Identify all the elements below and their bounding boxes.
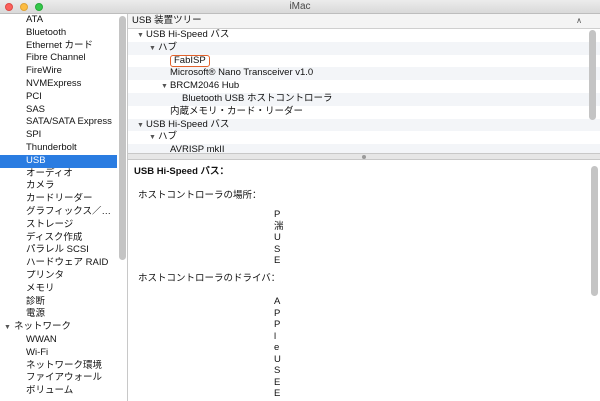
window-title: iMac — [289, 1, 311, 12]
tree-row-label: AVRISP mkII — [170, 144, 225, 153]
sidebar-item[interactable]: 診断 — [0, 296, 117, 309]
sidebar-item[interactable]: Thunderbolt — [0, 142, 117, 155]
detail-value-char: S — [274, 243, 281, 255]
sidebar-item[interactable]: グラフィックス／… — [0, 206, 117, 219]
disclosure-triangle-icon[interactable]: ▼ — [4, 322, 14, 335]
tree-header-label: USB 装置ツリー — [132, 15, 202, 26]
pane-splitter[interactable] — [128, 153, 600, 160]
tree-row[interactable]: ▼ USB Hi-Speed バス — [128, 29, 600, 42]
sidebar-item[interactable]: Wi-Fi — [0, 347, 117, 360]
sidebar-item[interactable]: WWAN — [0, 334, 117, 347]
detail-value-char: E — [274, 255, 281, 266]
detail-value-char: E — [274, 388, 281, 399]
sidebar-item[interactable]: カメラ — [0, 180, 117, 193]
detail-value-char: P — [274, 319, 281, 330]
detail-label-host-driver: ホストコントローラのドライバ： — [138, 273, 281, 284]
sidebar-item[interactable]: SAS — [0, 104, 117, 117]
tree-scrollbar[interactable] — [589, 30, 596, 120]
sidebar-item[interactable]: PCI — [0, 91, 117, 104]
tree-row-label: Microsoft® Nano Transceiver v1.0 — [170, 67, 314, 79]
sidebar-item[interactable]: SATA/SATA Express — [0, 116, 117, 129]
detail-value-char: U — [274, 232, 281, 243]
sort-chevron-icon[interactable]: ∧ — [576, 14, 582, 28]
detail-value-char: P — [274, 209, 281, 220]
sidebar-item[interactable]: パラレル SCSI — [0, 244, 117, 257]
title-bar: iMac — [0, 0, 600, 14]
sidebar-item[interactable]: Fibre Channel — [0, 52, 117, 65]
tree-row-label: 内蔵メモリ・カード・リーダー — [170, 105, 304, 117]
detail-value-char: e — [274, 342, 280, 353]
sidebar-item[interactable]: カードリーダー — [0, 193, 117, 206]
detail-value-char: 湍 — [274, 220, 284, 232]
sidebar-item[interactable]: 電源 — [0, 308, 117, 321]
tree-row-label: BRCM2046 Hub — [170, 80, 240, 92]
sidebar-item[interactable]: Ethernet カード — [0, 40, 117, 53]
detail-pane: USB Hi-Speed バス： ホストコントローラの場所： P湍USE ホスト… — [128, 160, 600, 401]
usb-device-tree: USB 装置ツリー ∧ ▼ USB Hi-Speed バス ▼ ハブ FabISP Mic… — [128, 14, 600, 153]
sidebar-item[interactable]: ストレージ — [0, 219, 117, 232]
sidebar-item[interactable]: プリンタ — [0, 270, 117, 283]
sidebar-item[interactable]: オーディオ — [0, 168, 117, 181]
tree-row[interactable]: 内蔵メモリ・カード・リーダー — [128, 106, 600, 119]
tree-header[interactable]: USB 装置ツリー ∧ — [128, 14, 600, 29]
sidebar-item[interactable]: FireWire — [0, 65, 117, 78]
sidebar-item[interactable]: ボリューム — [0, 385, 117, 398]
tree-row[interactable]: Bluetooth USB ホストコントローラ — [128, 92, 600, 106]
tree-row-label: USB Hi-Speed バス — [146, 29, 230, 40]
tree-row[interactable]: ▼ BRCM2046 Hub — [128, 80, 600, 93]
sidebar-item[interactable]: ハードウェア RAID — [0, 257, 117, 270]
detail-scrollbar[interactable] — [591, 166, 598, 296]
tree-row-label: Bluetooth USB ホストコントローラ — [182, 92, 333, 104]
sidebar: ATA Bluetooth Ethernet カード Fibre Channel Fir… — [0, 14, 128, 401]
detail-value-char: l — [274, 330, 277, 342]
sidebar-item[interactable]: ネットワーク環境 — [0, 360, 117, 373]
detail-value-char: P — [274, 307, 281, 319]
tree-rows: ▼ USB Hi-Speed バス ▼ ハブ FabISP Microsoft® Nano… — [128, 29, 600, 153]
sidebar-group-network[interactable]: ▼ ネットワーク — [0, 321, 117, 334]
tree-row[interactable]: Microsoft® Nano Transceiver v1.0 — [128, 67, 600, 81]
tree-row[interactable]: AVRISP mkII — [128, 144, 600, 153]
tree-row-label: ハブ — [158, 131, 178, 143]
detail-value-host-driver: APPleUSEEh — [274, 296, 282, 401]
sidebar-group-label: ネットワーク — [14, 321, 72, 333]
sidebar-item[interactable]: ファイアウォール — [0, 372, 117, 385]
tree-row-label-highlighted: FabISP — [170, 54, 210, 67]
sidebar-item[interactable]: ATA — [0, 14, 117, 27]
sidebar-list: ATA Bluetooth Ethernet カード Fibre Channel Fir… — [0, 14, 117, 398]
tree-row[interactable]: ▼ USB Hi-Speed バス — [128, 118, 600, 132]
sidebar-scroll-thumb[interactable] — [119, 16, 126, 260]
tree-row-label: ハブ — [158, 41, 178, 53]
sidebar-item[interactable]: NVMExpress — [0, 78, 117, 91]
sidebar-item[interactable]: SPI — [0, 129, 117, 142]
detail-heading: USB Hi-Speed バス： — [134, 166, 230, 177]
sidebar-item[interactable]: USB — [0, 154, 117, 168]
tree-row[interactable]: FabISP — [128, 54, 600, 68]
tree-row-label: USB Hi-Speed バス — [146, 118, 230, 130]
detail-value-char: E — [274, 376, 281, 388]
detail-value-char: S — [274, 365, 281, 376]
detail-value-char: U — [274, 353, 281, 365]
tree-row[interactable]: ▼ ハブ — [128, 41, 600, 55]
sidebar-item[interactable]: Bluetooth — [0, 27, 117, 40]
sidebar-item[interactable]: ディスク作成 — [0, 232, 117, 245]
sidebar-item[interactable]: メモリ — [0, 283, 117, 296]
detail-value-host-location: P湍USE — [274, 209, 284, 267]
detail-label-host-location: ホストコントローラの場所： — [138, 190, 262, 201]
detail-value-char: A — [274, 296, 281, 307]
tree-row[interactable]: ▼ ハブ — [128, 131, 600, 144]
splitter-handle-icon[interactable] — [362, 155, 366, 159]
sidebar-scrollbar[interactable] — [119, 16, 126, 260]
